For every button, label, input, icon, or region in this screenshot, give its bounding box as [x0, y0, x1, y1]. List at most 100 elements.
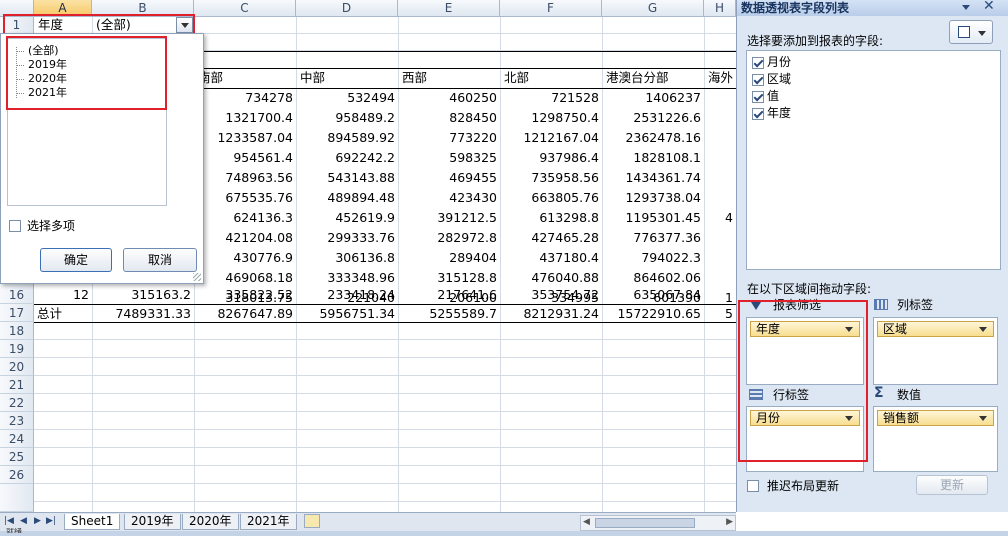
cell-c6[interactable]: 1321700.4: [194, 108, 296, 128]
cell-c5[interactable]: 734278: [194, 88, 296, 108]
cell-g5[interactable]: 1406237: [602, 88, 704, 108]
cancel-button[interactable]: 取消: [123, 248, 197, 272]
cell-c17[interactable]: 8267647.89: [194, 304, 296, 324]
horizontal-scrollbar[interactable]: ◀ ▶: [580, 515, 736, 531]
cell-c8[interactable]: 954561.4: [194, 148, 296, 168]
cell-d13[interactable]: 306136.8: [296, 248, 398, 268]
cell-e16[interactable]: 217641.6: [398, 285, 500, 305]
row-header-16[interactable]: 16: [0, 287, 34, 304]
cell-d8[interactable]: 692242.2: [296, 148, 398, 168]
cell-e7[interactable]: 773220: [398, 128, 500, 148]
cell-f10[interactable]: 663805.76: [500, 188, 602, 208]
cell-d7[interactable]: 894589.92: [296, 128, 398, 148]
cell-e12[interactable]: 282972.8: [398, 228, 500, 248]
cell-a16[interactable]: 12: [34, 285, 92, 305]
column-header-d[interactable]: D: [296, 0, 398, 17]
column-header-h[interactable]: H: [704, 0, 736, 17]
cell-b16[interactable]: 315163.2: [92, 285, 194, 305]
cell-g6[interactable]: 2531226.6: [602, 108, 704, 128]
cell-f8[interactable]: 937986.4: [500, 148, 602, 168]
close-icon[interactable]: ✕: [983, 0, 995, 14]
field-list[interactable]: 月份 区域 值 年度: [746, 50, 1001, 270]
cell-e11[interactable]: 391212.5: [398, 208, 500, 228]
header-cell-hk-macau-taiwan[interactable]: 港澳台分部: [603, 68, 703, 88]
row-header-19[interactable]: 19: [0, 340, 34, 358]
cell-e8[interactable]: 598325: [398, 148, 500, 168]
cell-e17[interactable]: 5255589.7: [398, 304, 500, 324]
cell-h11[interactable]: 4: [704, 208, 736, 228]
field-label-region[interactable]: 区域: [767, 70, 791, 87]
cell-f17[interactable]: 8212931.24: [500, 304, 602, 324]
tab-first-icon[interactable]: |◀: [4, 516, 14, 526]
tab-last-icon[interactable]: ▶|: [46, 516, 56, 526]
cell-d6[interactable]: 958489.2: [296, 108, 398, 128]
row-header-27[interactable]: [0, 484, 34, 512]
cell-c9[interactable]: 748963.56: [194, 168, 296, 188]
cell-e13[interactable]: 289404: [398, 248, 500, 268]
pane-title-bar[interactable]: 数据透视表字段列表 ✕: [737, 0, 1008, 16]
insert-sheet-icon[interactable]: [304, 514, 320, 528]
values-field-sales[interactable]: 销售额: [877, 410, 994, 426]
update-button[interactable]: 更新: [916, 475, 988, 495]
column-field-region[interactable]: 区域: [877, 321, 994, 337]
cell-c13[interactable]: 430776.9: [194, 248, 296, 268]
field-checkbox-month[interactable]: [752, 57, 764, 69]
cell-d10[interactable]: 489894.48: [296, 188, 398, 208]
cell-d5[interactable]: 532494: [296, 88, 398, 108]
cell-d17[interactable]: 5956751.34: [296, 304, 398, 324]
field-label-value[interactable]: 值: [767, 87, 779, 104]
multi-select-checkbox[interactable]: [9, 220, 21, 232]
row-header-21[interactable]: 21: [0, 376, 34, 394]
column-header-e[interactable]: E: [398, 0, 500, 17]
row-header-22[interactable]: 22: [0, 394, 34, 412]
cell-g7[interactable]: 2362478.16: [602, 128, 704, 148]
cell-g17[interactable]: 15722910.65: [602, 304, 704, 324]
cell-c12[interactable]: 421204.08: [194, 228, 296, 248]
cell-f16[interactable]: 353754.72: [500, 285, 602, 305]
row-header-26[interactable]: 26: [0, 466, 34, 484]
column-header-c[interactable]: C: [194, 0, 296, 17]
tab-2020[interactable]: 2020年: [182, 514, 239, 530]
field-checkbox-value[interactable]: [752, 91, 764, 103]
values-area[interactable]: 销售额: [873, 406, 998, 472]
field-label-year[interactable]: 年度: [767, 104, 791, 121]
resize-grip-icon[interactable]: [193, 273, 201, 281]
cell-e6[interactable]: 828450: [398, 108, 500, 128]
cell-g12[interactable]: 776377.36: [602, 228, 704, 248]
header-cell-south[interactable]: 南部: [195, 68, 295, 88]
column-header-f[interactable]: F: [500, 0, 602, 17]
cell-g8[interactable]: 1828108.1: [602, 148, 704, 168]
row-header-24[interactable]: 24: [0, 430, 34, 448]
header-cell-overseas[interactable]: 海外: [705, 68, 736, 88]
scroll-right-icon[interactable]: ▶: [726, 517, 733, 527]
cell-h17[interactable]: 5: [704, 304, 736, 324]
tab-2021[interactable]: 2021年: [240, 514, 297, 530]
cell-c16[interactable]: 335822.52: [194, 285, 296, 305]
ok-button[interactable]: 确定: [40, 248, 112, 272]
column-labels-area[interactable]: 区域: [873, 317, 998, 385]
cell-g11[interactable]: 1195301.45: [602, 208, 704, 228]
cell-d12[interactable]: 299333.76: [296, 228, 398, 248]
cell-f11[interactable]: 613298.8: [500, 208, 602, 228]
defer-layout-checkbox[interactable]: [747, 480, 759, 492]
cell-g16[interactable]: 635067.84: [602, 285, 704, 305]
field-label-month[interactable]: 月份: [767, 53, 791, 70]
tab-2019[interactable]: 2019年: [124, 514, 181, 530]
row-header-25[interactable]: 25: [0, 448, 34, 466]
cell-d9[interactable]: 543143.88: [296, 168, 398, 188]
tab-next-icon[interactable]: ▶: [34, 516, 41, 526]
row-header-20[interactable]: 20: [0, 358, 34, 376]
grand-total-label[interactable]: 总计: [34, 304, 92, 324]
cell-d11[interactable]: 452619.9: [296, 208, 398, 228]
cell-e10[interactable]: 423430: [398, 188, 500, 208]
tab-prev-icon[interactable]: ◀: [20, 516, 27, 526]
layout-options-button[interactable]: [949, 20, 993, 44]
header-cell-central[interactable]: 中部: [297, 68, 397, 88]
cell-g9[interactable]: 1434361.74: [602, 168, 704, 188]
cell-d16[interactable]: 233418.24: [296, 285, 398, 305]
dropdown-arrow-icon[interactable]: [962, 5, 970, 10]
cell-f13[interactable]: 437180.4: [500, 248, 602, 268]
field-checkbox-year[interactable]: [752, 108, 764, 120]
cell-f12[interactable]: 427465.28: [500, 228, 602, 248]
cell-g13[interactable]: 794022.3: [602, 248, 704, 268]
